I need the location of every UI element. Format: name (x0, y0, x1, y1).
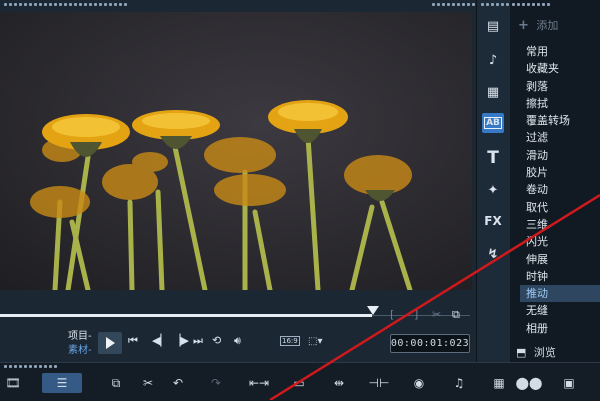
copy-attributes-icon[interactable]: ⧉ (106, 373, 126, 393)
path-icon[interactable]: ↯ (482, 244, 504, 264)
category-item[interactable]: 剥落 (520, 78, 600, 95)
media-icon[interactable]: ▤ (482, 16, 504, 36)
auto-music-icon[interactable]: ⇹ (328, 373, 350, 393)
title-icon[interactable]: T (482, 148, 504, 168)
redo-icon[interactable]: ↷ (206, 373, 226, 393)
transition-icon[interactable]: AB (482, 113, 504, 133)
volume-icon[interactable]: 🔊︎ (234, 334, 241, 348)
category-item[interactable]: 覆盖转场 (520, 112, 600, 129)
category-item[interactable]: 收藏夹 (520, 60, 600, 77)
category-item[interactable]: 胶片 (520, 164, 600, 181)
category-item[interactable]: 取代 (520, 199, 600, 216)
end-button[interactable]: ⏭ (193, 334, 203, 348)
category-item[interactable]: 常用 (520, 43, 600, 60)
browse-label: 浏览 (533, 346, 556, 359)
panel-grip (4, 3, 127, 6)
seek-bar[interactable]: [ ] ✂ ⧉ (0, 300, 470, 324)
graphic-icon[interactable]: ✦ (482, 180, 504, 200)
browse-button[interactable]: ⬒ 浏览 (516, 344, 556, 360)
plus-icon: + (518, 18, 529, 33)
repeat-button[interactable]: ⟲ (212, 334, 221, 347)
tools-icon[interactable]: ✂ (138, 373, 158, 393)
mark-out-icon[interactable]: ] (414, 308, 418, 321)
split-clip-icon[interactable]: ✂ (432, 308, 441, 321)
category-item-selected[interactable]: 推动 (520, 285, 600, 303)
panel-grip-library (512, 3, 550, 6)
play-icon (106, 337, 115, 349)
category-item[interactable]: 卷动 (520, 181, 600, 198)
play-button[interactable] (98, 332, 122, 354)
crop-dropdown-icon[interactable]: ⬚▾ (308, 336, 322, 347)
category-item[interactable]: 时钟 (520, 268, 600, 285)
category-item[interactable]: 擦拭 (520, 95, 600, 112)
add-folder-button[interactable]: + 添加 (518, 17, 558, 33)
previous-frame-button[interactable]: ◀▏ (152, 334, 169, 347)
next-frame-button[interactable]: ▕▶ (172, 334, 189, 347)
category-item[interactable]: 滑动 (520, 147, 600, 164)
undo-icon[interactable]: ↶ (168, 373, 188, 393)
subtitle-editor-icon[interactable]: ▣ (558, 373, 580, 393)
category-list: 常用 收藏夹 剥落 擦拭 覆盖转场 过滤 滑动 胶片 卷动 取代 三维 闪光 伸… (520, 43, 600, 337)
category-item[interactable]: 过滤 (520, 129, 600, 146)
transition-library: + 添加 常用 收藏夹 剥落 擦拭 覆盖转场 过滤 滑动 胶片 卷动 取代 三维… (510, 0, 600, 362)
video-preview (0, 12, 472, 290)
category-item[interactable]: 无缝 (520, 302, 600, 319)
filter-icon[interactable]: FX (482, 211, 504, 231)
mode-clip[interactable]: 素材- (68, 344, 92, 358)
record-capture-icon[interactable]: ▭ (288, 373, 310, 393)
panel-grip-right (432, 3, 480, 6)
category-item[interactable]: 相册 (520, 320, 600, 337)
mode-project[interactable]: 项目- (68, 330, 92, 344)
add-label: 添加 (536, 19, 559, 32)
storyboard-view-icon[interactable]: 🎞︎ (2, 373, 24, 393)
seek-progress (0, 314, 372, 317)
mask-creator-icon[interactable]: ⬤⬤ (516, 373, 543, 393)
library-tabs: ▤ ♪ ▦ AB T ✦ FX ↯ (477, 0, 514, 362)
timeline-toolbar: 🎞︎ ☰ ⧉ ✂ ↶ ↷ ⇤⇥ ▭ ⇹ ⊣⊢ ◉ ♫ ▦ ⬤⬤ ▣ (0, 362, 600, 401)
snapshot-icon[interactable]: ⧉ (452, 308, 460, 322)
music-icon[interactable]: ♪ (482, 50, 504, 70)
aspect-ratio-button[interactable]: 16:9 (280, 336, 300, 346)
panel-grip-bottom (4, 365, 57, 368)
multi-camera-icon[interactable]: ▦ (488, 373, 510, 393)
playback-mode-selector[interactable]: 项目- 素材- (68, 330, 92, 358)
category-item[interactable]: 伸展 (520, 251, 600, 268)
audio-icon[interactable]: ♫ (448, 373, 470, 393)
motion-tracking-icon[interactable]: ◉ (408, 373, 430, 393)
timeline-view-icon[interactable]: ☰ (42, 373, 82, 393)
instant-project-icon[interactable]: ▦ (482, 82, 504, 102)
home-button[interactable]: ⏮ (128, 334, 138, 348)
seek-thumb[interactable] (367, 306, 379, 315)
browse-icon: ⬒ (516, 346, 527, 359)
category-item[interactable]: 三维 (520, 216, 600, 233)
fit-timeline-icon[interactable]: ⇤⇥ (248, 373, 270, 393)
timecode-display[interactable]: 00:00:01:023 (390, 334, 470, 353)
split-icon[interactable]: ⊣⊢ (368, 373, 390, 393)
mark-in-icon[interactable]: [ (390, 308, 394, 321)
category-item[interactable]: 闪光 (520, 233, 600, 250)
